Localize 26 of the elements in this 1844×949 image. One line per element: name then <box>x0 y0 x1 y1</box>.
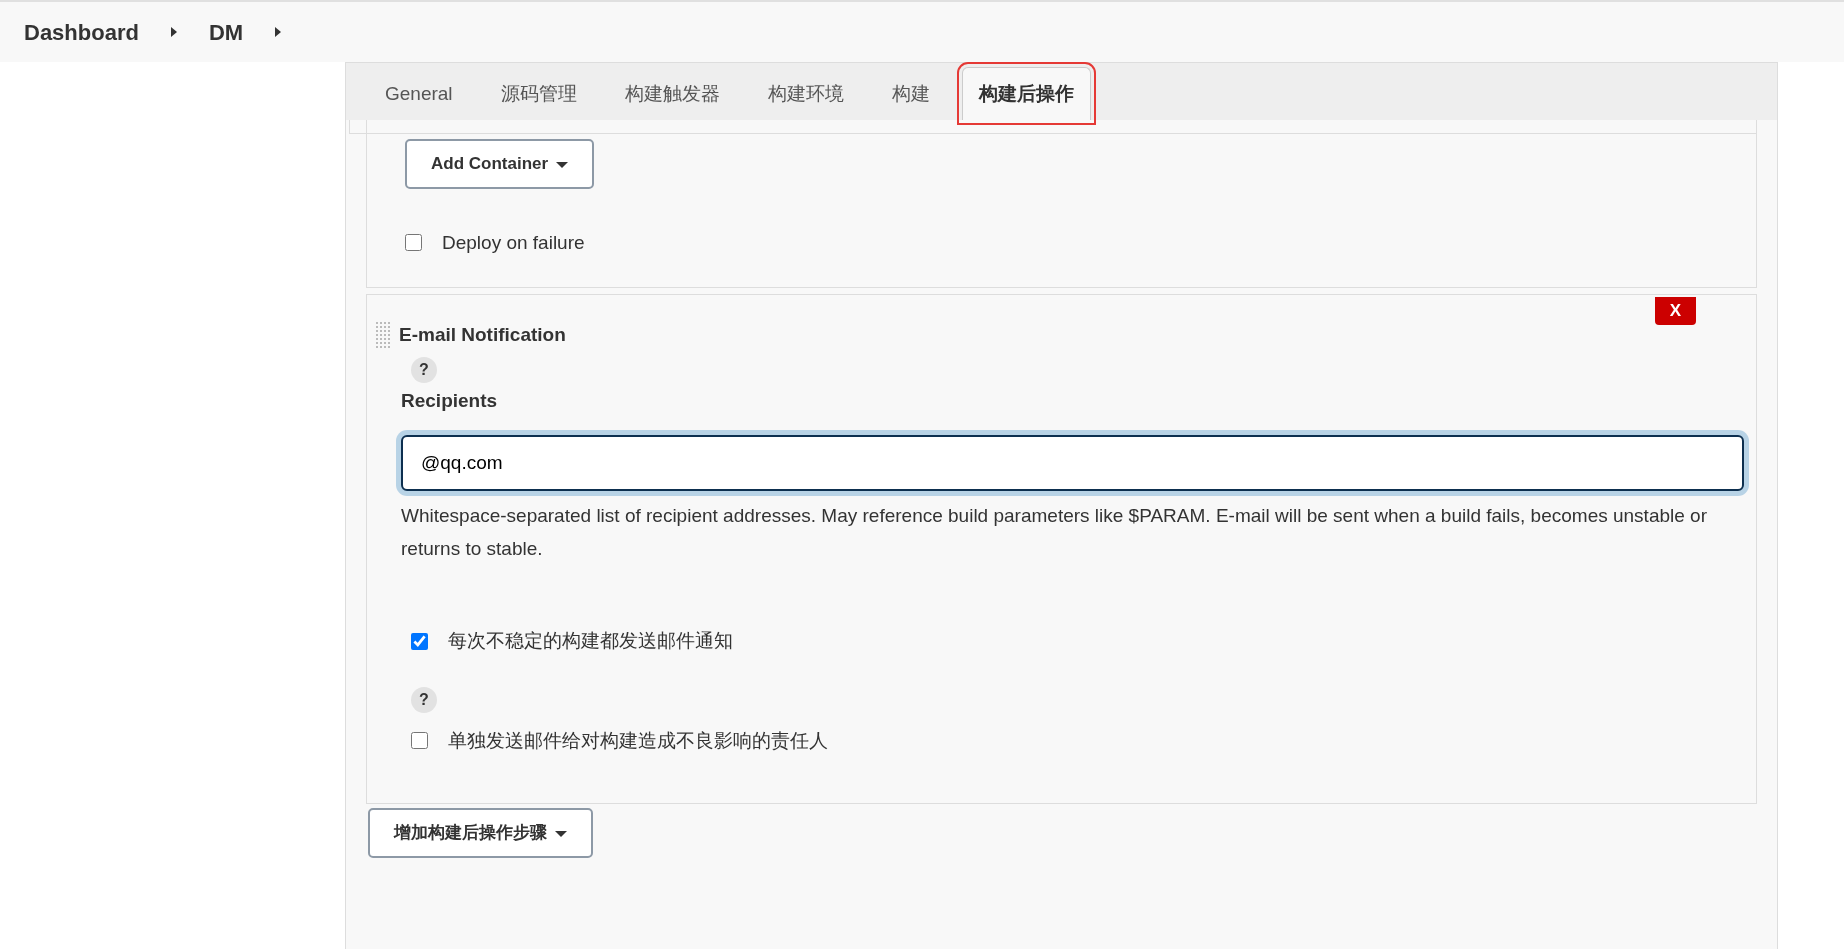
add-container-button[interactable]: Add Container <box>405 139 595 189</box>
breadcrumb-link[interactable]: DM <box>208 15 244 49</box>
breadcrumb-link[interactable]: Dashboard <box>24 15 139 49</box>
recipients-description: Whitespace-separated list of recipient addresses. May reference build parameters like $PARAM. E-mail will be sent when a build fails, becomes unstable or returns to stable. <box>401 504 1708 561</box>
recipients-field[interactable]: @qq.com <box>401 435 1744 491</box>
option-label: 每次不稳定的构建都发送邮件通知 <box>448 629 733 653</box>
deploy-on-failure-label: Deploy on failure <box>442 230 585 255</box>
tab[interactable]: 构建 <box>867 67 954 120</box>
tab[interactable]: 构建环境 <box>743 67 868 120</box>
help-icon[interactable]: ? <box>411 686 437 713</box>
caret-icon <box>555 830 567 837</box>
option-label: 单独发送邮件给对构建造成不良影响的责任人 <box>448 728 828 753</box>
add-post-build-step-button[interactable]: 增加构建后操作步骤 <box>368 808 593 858</box>
tab[interactable]: 源码管理 <box>476 67 601 120</box>
recipients-label: Recipients <box>401 388 499 413</box>
delete-button[interactable]: X <box>1654 297 1696 325</box>
caret-icon <box>556 161 569 168</box>
chevron-icon[interactable] <box>275 27 282 37</box>
help-icon[interactable]: ? <box>411 356 437 383</box>
section-title: E-mail Notification <box>399 323 566 347</box>
option-checkbox[interactable] <box>411 732 428 750</box>
tab[interactable]: 构建触发器 <box>600 67 744 120</box>
chevron-icon[interactable] <box>170 27 177 37</box>
option-checkbox[interactable] <box>411 632 428 650</box>
deploy-on-failure-checkbox[interactable] <box>405 234 422 252</box>
tab[interactable]: General <box>361 67 477 120</box>
